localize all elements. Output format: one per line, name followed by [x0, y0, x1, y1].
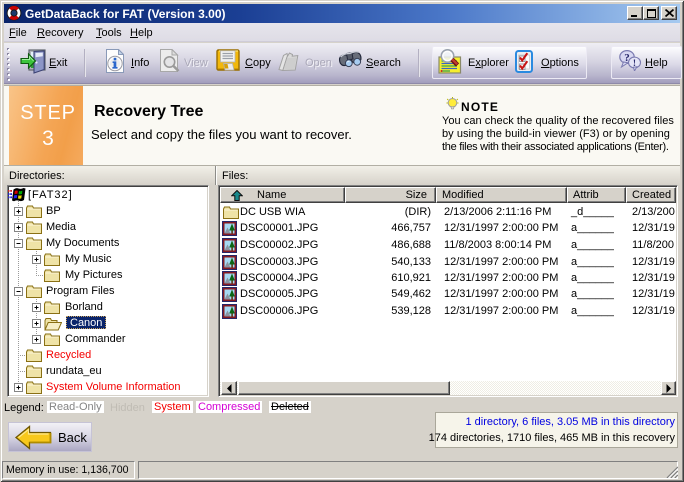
svg-text:!: !: [633, 59, 636, 69]
